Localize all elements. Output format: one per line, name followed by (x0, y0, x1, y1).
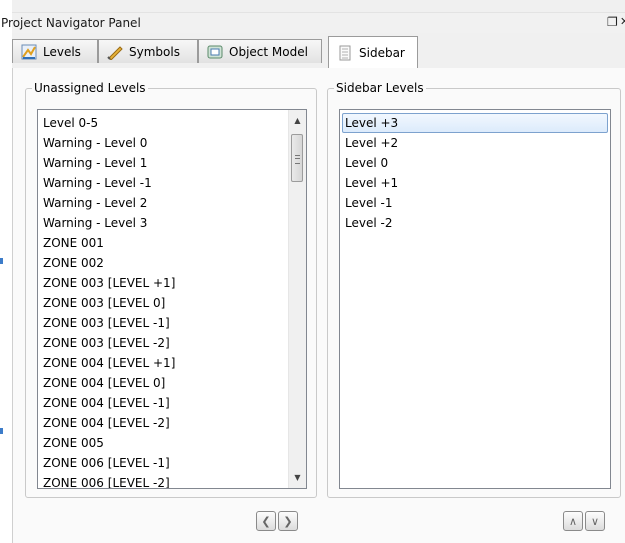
tab-label: Levels (43, 44, 81, 59)
grip-icon (295, 155, 300, 164)
tab-label: Sidebar (359, 45, 405, 60)
list-item[interactable]: ZONE 003 [LEVEL -2] (38, 333, 306, 353)
list-item[interactable]: ZONE 004 [LEVEL -2] (38, 413, 306, 433)
edge-marker (0, 428, 3, 434)
tab-bar: Levels Symbols Object Model Sidebar (12, 36, 625, 104)
list-item[interactable]: Warning - Level 1 (38, 153, 306, 173)
list-item[interactable]: ZONE 003 [LEVEL +1] (38, 273, 306, 293)
move-right-button[interactable]: ❯ (278, 511, 298, 531)
tab-sidebar[interactable]: Sidebar (328, 36, 418, 68)
tab-symbols[interactable]: Symbols (98, 39, 198, 63)
list-item[interactable]: Warning - Level -1 (38, 173, 306, 193)
list-item[interactable]: ZONE 006 [LEVEL -1] (38, 453, 306, 473)
list-item[interactable]: Level 0 (340, 153, 610, 173)
left-window-edge (0, 0, 12, 543)
unassigned-levels-list[interactable]: Level 0-5 Warning - Level 0 Warning - Leve… (37, 109, 307, 489)
list-item[interactable]: ZONE 002 (38, 253, 306, 273)
move-up-button[interactable]: ∧ (563, 511, 583, 531)
list-item[interactable]: ZONE 001 (38, 233, 306, 253)
tab-label: Object Model (229, 44, 308, 59)
list-item[interactable]: ZONE 005 (38, 433, 306, 453)
object-model-icon (207, 44, 223, 60)
levels-icon (21, 44, 37, 60)
list-item[interactable]: ZONE 004 [LEVEL -1] (38, 393, 306, 413)
list-item[interactable]: Warning - Level 2 (38, 193, 306, 213)
list-item[interactable]: ZONE 006 [LEVEL -2] (38, 473, 306, 488)
tab-levels[interactable]: Levels (12, 39, 98, 63)
sidebar-levels-list[interactable]: Level +3 Level +2 Level 0 Level +1 Level -1 L… (339, 109, 611, 489)
list-item[interactable]: Warning - Level 0 (38, 133, 306, 153)
unassigned-levels-label: Unassigned Levels (32, 81, 148, 95)
sidebar-levels-items: Level +3 Level +2 Level 0 Level +1 Level -1 L… (340, 110, 610, 233)
list-item[interactable]: ZONE 003 [LEVEL 0] (38, 293, 306, 313)
vertical-scrollbar[interactable]: ▲ ▼ (288, 110, 306, 488)
list-item[interactable]: Level +1 (340, 173, 610, 193)
sidebar-levels-label: Sidebar Levels (334, 81, 426, 95)
list-item[interactable]: Level -1 (340, 193, 610, 213)
sidebar-icon (337, 45, 353, 61)
list-item[interactable]: Level +3 (342, 113, 608, 133)
project-navigator-panel: Project Navigator Panel ❐ ✕ Levels Symbo… (1, 0, 625, 543)
symbols-icon (107, 44, 123, 61)
list-item[interactable]: Level -2 (340, 213, 610, 233)
list-item[interactable]: Warning - Level 3 (38, 213, 306, 233)
panel-title: Project Navigator Panel (1, 16, 141, 30)
list-item[interactable]: Level +2 (340, 133, 610, 153)
list-item[interactable]: ZONE 004 [LEVEL +1] (38, 353, 306, 373)
panel-titlebar[interactable]: Project Navigator Panel ❐ ✕ (1, 12, 625, 33)
scroll-up-button[interactable]: ▲ (289, 112, 306, 129)
scroll-thumb[interactable] (291, 134, 303, 182)
sidebar-tab-content: Unassigned Levels Level 0-5 Warning - Lev… (12, 68, 625, 543)
move-down-button[interactable]: ∨ (585, 511, 605, 531)
move-left-button[interactable]: ❮ (256, 511, 276, 531)
list-item[interactable]: ZONE 003 [LEVEL -1] (38, 313, 306, 333)
list-item[interactable]: Level 0-5 (38, 113, 306, 133)
close-icon[interactable]: ✕ (620, 15, 625, 28)
tab-object-model[interactable]: Object Model (198, 39, 322, 63)
sidebar-levels-group: Sidebar Levels Level +3 Level +2 Level 0 Le… (327, 81, 621, 498)
unassigned-levels-group: Unassigned Levels Level 0-5 Warning - Lev… (25, 81, 317, 498)
float-window-icon[interactable]: ❐ (607, 15, 618, 29)
edge-marker (0, 258, 3, 264)
tab-label: Symbols (129, 44, 180, 59)
scroll-down-button[interactable]: ▼ (289, 469, 306, 486)
list-item[interactable]: ZONE 004 [LEVEL 0] (38, 373, 306, 393)
unassigned-levels-items: Level 0-5 Warning - Level 0 Warning - Leve… (38, 110, 306, 488)
